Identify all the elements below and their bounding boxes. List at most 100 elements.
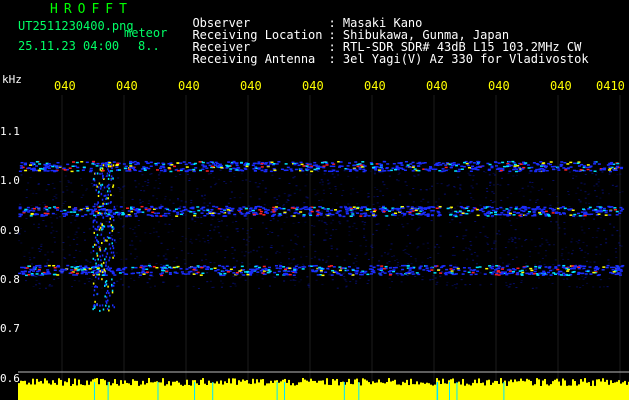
noise-dot bbox=[469, 192, 472, 194]
band-dot bbox=[435, 207, 439, 210]
noise-dot bbox=[396, 258, 399, 260]
band-dot bbox=[314, 270, 318, 273]
band-dot bbox=[48, 207, 52, 209]
band-dot bbox=[437, 269, 441, 271]
power-bar bbox=[522, 380, 524, 400]
noise-dot bbox=[599, 279, 602, 281]
noise-dot bbox=[452, 210, 455, 212]
noise-dot bbox=[588, 202, 591, 204]
meteor-dot bbox=[96, 286, 98, 289]
noise-dot bbox=[580, 182, 583, 184]
power-bar bbox=[84, 385, 86, 400]
noise-dot bbox=[331, 207, 334, 209]
noise-dot bbox=[264, 191, 267, 193]
power-bar bbox=[260, 379, 262, 400]
noise-dot bbox=[497, 230, 500, 232]
noise-dot bbox=[435, 283, 438, 285]
power-bar bbox=[612, 383, 614, 400]
power-bar bbox=[26, 384, 28, 400]
noise-dot bbox=[325, 229, 328, 231]
noise-dot bbox=[469, 241, 472, 243]
noise-dot bbox=[499, 184, 502, 186]
meteor-dot bbox=[95, 244, 97, 247]
power-bar bbox=[112, 383, 114, 400]
noise-dot bbox=[511, 259, 514, 261]
band-dot bbox=[250, 269, 254, 271]
band-dot bbox=[348, 206, 352, 209]
band-dot bbox=[466, 205, 470, 208]
meteor-dot bbox=[111, 289, 114, 292]
noise-dot bbox=[524, 240, 527, 242]
noise-dot bbox=[245, 218, 248, 220]
noise-dot bbox=[141, 201, 144, 203]
noise-dot bbox=[166, 249, 169, 251]
band-dot bbox=[125, 215, 129, 218]
noise-dot bbox=[83, 239, 86, 241]
meteor-dot bbox=[111, 229, 114, 232]
noise-dot bbox=[567, 258, 570, 260]
meteor-dot bbox=[94, 285, 97, 288]
power-bar bbox=[176, 380, 178, 400]
meteor-dot bbox=[101, 271, 104, 274]
noise-dot bbox=[475, 236, 478, 238]
noise-dot bbox=[291, 259, 294, 261]
band-dot bbox=[418, 267, 422, 270]
power-bar bbox=[134, 380, 136, 400]
band-dot bbox=[545, 169, 549, 172]
band-dot bbox=[476, 214, 480, 217]
band-dot bbox=[490, 206, 494, 209]
noise-dot bbox=[563, 209, 566, 211]
band-dot bbox=[213, 164, 217, 166]
band-dot bbox=[395, 272, 399, 275]
band-dot bbox=[203, 214, 207, 217]
noise-dot bbox=[83, 168, 86, 170]
noise-dot bbox=[383, 252, 386, 254]
noise-dot bbox=[459, 222, 462, 224]
noise-dot bbox=[599, 217, 602, 219]
noise-dot bbox=[370, 244, 373, 246]
meteor-dot bbox=[93, 231, 95, 234]
band-dot bbox=[311, 269, 315, 271]
band-dot bbox=[37, 270, 41, 272]
noise-dot bbox=[53, 278, 56, 280]
band-dot bbox=[519, 169, 523, 172]
band-dot bbox=[593, 163, 597, 165]
band-dot bbox=[596, 268, 600, 271]
band-dot bbox=[272, 214, 276, 216]
band-dot bbox=[167, 167, 171, 169]
noise-dot bbox=[355, 260, 358, 262]
band-dot bbox=[176, 213, 180, 215]
band-dot bbox=[352, 168, 356, 171]
band-dot bbox=[104, 163, 108, 165]
power-bar bbox=[450, 379, 452, 400]
meteor-dot bbox=[104, 194, 107, 197]
band-dot bbox=[337, 166, 341, 168]
band-dot bbox=[18, 206, 22, 208]
band-dot bbox=[252, 213, 256, 216]
noise-dot bbox=[193, 271, 196, 273]
band-dot bbox=[495, 207, 499, 210]
band-dot bbox=[243, 215, 247, 217]
band-dot bbox=[37, 207, 41, 209]
noise-dot bbox=[139, 240, 142, 242]
noise-dot bbox=[337, 268, 340, 270]
noise-dot bbox=[483, 170, 486, 172]
noise-dot bbox=[451, 285, 454, 287]
band-dot bbox=[339, 161, 343, 163]
band-dot bbox=[349, 209, 353, 211]
band-dot bbox=[502, 213, 506, 216]
band-dot bbox=[554, 267, 558, 269]
power-bar bbox=[544, 378, 546, 400]
band-dot bbox=[382, 210, 386, 213]
band-dot bbox=[346, 269, 350, 272]
band-dot bbox=[290, 207, 294, 209]
band-dot bbox=[432, 206, 436, 209]
band-dot bbox=[552, 168, 556, 171]
noise-dot bbox=[229, 181, 232, 183]
band-dot bbox=[404, 160, 408, 163]
noise-dot bbox=[392, 199, 395, 201]
band-dot bbox=[175, 215, 179, 217]
band-dot bbox=[563, 207, 567, 210]
band-dot bbox=[247, 212, 251, 215]
band-dot bbox=[73, 207, 77, 209]
